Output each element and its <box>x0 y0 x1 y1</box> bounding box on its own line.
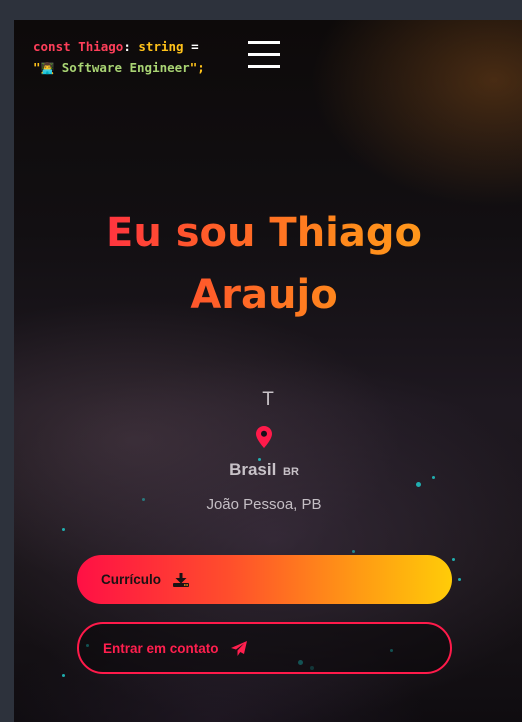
hamburger-bar <box>248 41 280 44</box>
map-pin-icon <box>256 426 272 448</box>
country-name: Brasil <box>229 460 277 479</box>
particle <box>416 482 421 487</box>
logo-keyword: const <box>33 39 71 54</box>
hero-section: const Thiago: string = "👨‍💻 Software Eng… <box>14 20 522 722</box>
hamburger-bar <box>248 65 280 68</box>
resume-button[interactable]: Currículo <box>77 555 452 604</box>
logo-equals: = <box>191 39 199 54</box>
window-top-edge <box>0 0 522 20</box>
contact-button-label: Entrar em contato <box>103 640 219 656</box>
logo-colon: : <box>123 39 131 54</box>
particle <box>458 578 461 581</box>
country-flag-code: BR <box>283 466 299 478</box>
typing-text: T <box>262 389 274 410</box>
hamburger-bar <box>248 53 280 56</box>
developer-emoji-icon: 👨‍💻 <box>40 62 55 75</box>
particle <box>62 528 65 531</box>
hamburger-icon[interactable] <box>248 41 280 69</box>
particle <box>62 674 65 677</box>
location-city: João Pessoa, PB <box>206 496 322 513</box>
hero-title: Eu sou Thiago Araujo <box>54 202 474 326</box>
logo-role: Software Engineer <box>61 60 190 75</box>
window-left-edge <box>0 20 14 722</box>
logo-name: Thiago <box>78 39 124 54</box>
contact-button[interactable]: Entrar em contato <box>77 622 452 674</box>
download-icon <box>173 572 190 587</box>
logo-type: string <box>138 39 184 54</box>
logo-quote-open: " <box>33 60 41 75</box>
resume-button-label: Currículo <box>101 572 162 587</box>
location-country: Brasil BR <box>14 460 514 480</box>
particle <box>352 550 355 553</box>
paper-plane-icon <box>230 640 247 656</box>
logo-quote-close: "; <box>189 60 205 75</box>
code-logo[interactable]: const Thiago: string = "👨‍💻 Software Eng… <box>33 36 233 79</box>
particle <box>452 558 455 561</box>
